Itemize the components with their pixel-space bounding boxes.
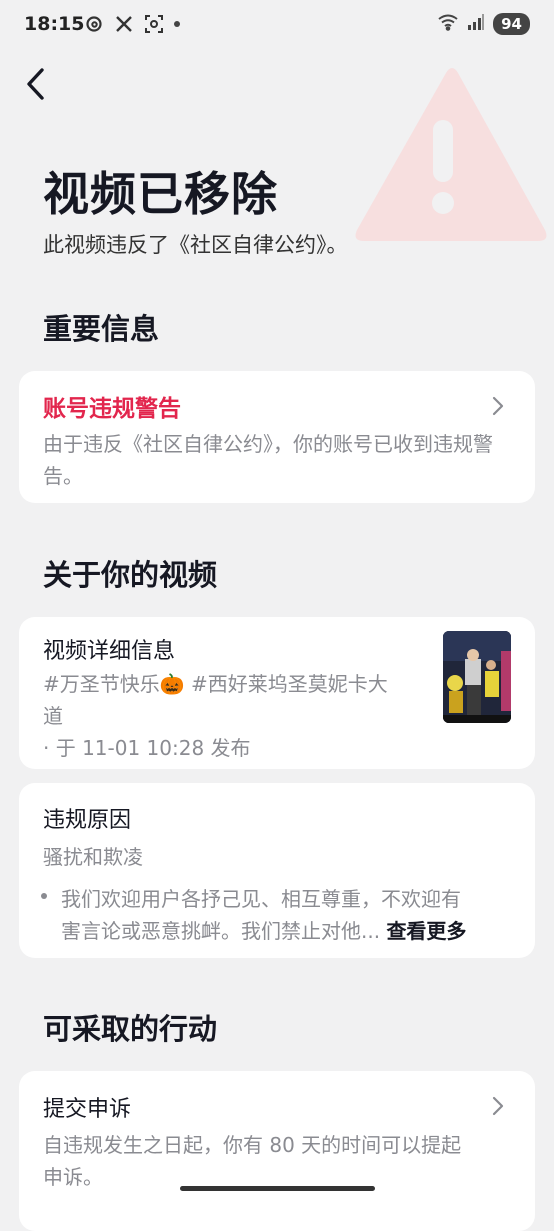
video-details-card[interactable]: 视频详细信息 #万圣节快乐🎃 #西好莱坞圣莫妮卡大 道 · 于 11-01 10… [19, 617, 535, 769]
video-thumbnail[interactable] [443, 631, 511, 723]
appeal-title: 提交申诉 [43, 1097, 132, 1122]
appeal-desc-line1: 自违规发生之日起，你有 80 天的时间可以提起 [43, 1133, 462, 1157]
section-title-important: 重要信息 [43, 312, 160, 346]
video-tags-line1: #万圣节快乐🎃 #西好莱坞圣莫妮卡大 [43, 672, 388, 696]
video-posted-time: · 于 11-01 10:28 发布 [43, 736, 251, 760]
back-button[interactable] [22, 64, 52, 104]
violation-text-line2: 害言论或恶意挑衅。我们禁止对他... [61, 919, 381, 943]
signal-icon [467, 13, 485, 35]
warning-triangle-icon [340, 55, 554, 255]
chevron-left-icon [27, 68, 44, 100]
scan-icon [144, 14, 164, 34]
account-warning-description: 由于违反《社区自律公约》，你的账号已收到违规警告。 [43, 432, 493, 488]
chevron-right-icon [492, 396, 504, 416]
video-details-title: 视频详细信息 [43, 639, 176, 664]
page-subtitle: 此视频违反了《社区自律公约》。 [43, 233, 348, 257]
home-indicator[interactable] [180, 1186, 375, 1191]
video-tags-line2: 道 [43, 704, 63, 728]
x-icon [114, 14, 134, 34]
status-right: 94 [437, 13, 530, 35]
page-title: 视频已移除 [43, 167, 278, 221]
violation-text-line1: 我们欢迎用户各抒己见、相互尊重，不欢迎有 [61, 887, 461, 911]
section-title-actions: 可采取的行动 [43, 1012, 218, 1046]
violation-reason-title: 违规原因 [43, 808, 132, 833]
see-more-link[interactable]: 查看更多 [386, 919, 466, 943]
violation-category: 骚扰和欺凌 [43, 845, 143, 869]
violation-reason-card: 违规原因 骚扰和欺凌 我们欢迎用户各抒己见、相互尊重，不欢迎有 害言论或恶意挑衅… [19, 783, 535, 958]
status-left-icons [84, 14, 180, 34]
account-warning-title: 账号违规警告 [43, 396, 181, 422]
status-time: 18:15 [24, 13, 85, 35]
account-warning-card[interactable]: 账号违规警告 由于违反《社区自律公约》，你的账号已收到违规警告。 [19, 371, 535, 503]
notification-dot-icon [174, 21, 180, 27]
wifi-icon [437, 13, 459, 35]
appeal-card[interactable]: 提交申诉 自违规发生之日起，你有 80 天的时间可以提起 申诉。 [19, 1071, 535, 1231]
bullet-icon [41, 893, 47, 899]
chevron-right-icon [492, 1096, 504, 1116]
status-bar: 18:15 94 [0, 0, 554, 52]
threads-icon [84, 14, 104, 34]
violation-explanation: 我们欢迎用户各抒己见、相互尊重，不欢迎有 害言论或恶意挑衅。我们禁止对他... … [61, 883, 531, 947]
section-title-about: 关于你的视频 [43, 558, 218, 592]
battery-indicator: 94 [493, 13, 530, 35]
